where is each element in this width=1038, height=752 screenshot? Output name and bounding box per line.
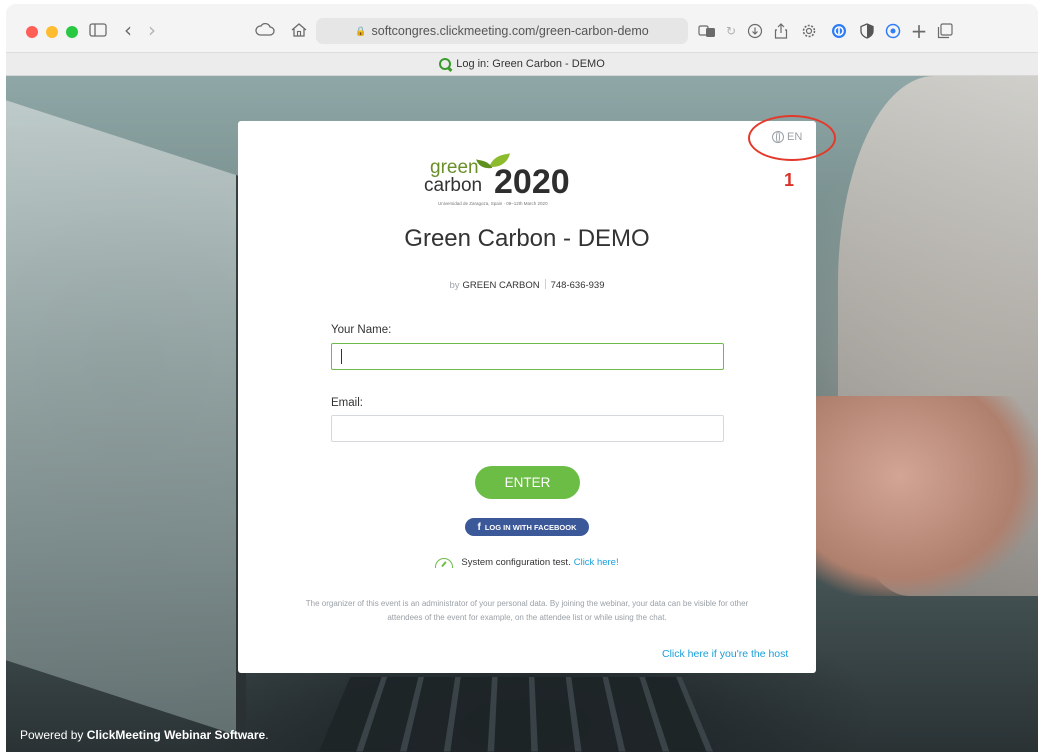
zoom-window-button[interactable]	[66, 26, 78, 38]
minimize-window-button[interactable]	[46, 26, 58, 38]
background-keyboard	[319, 677, 713, 752]
new-tab-plus-icon[interactable]: +	[908, 19, 930, 43]
settings-gear-icon[interactable]	[798, 20, 820, 42]
powered-suffix: .	[265, 728, 269, 742]
address-url: softcongres.clickmeeting.com/green-carbo…	[371, 24, 649, 38]
event-byline: by GREEN CARBON 748-636-939	[238, 279, 816, 291]
powered-prefix: Powered by	[20, 728, 84, 742]
sidebar-icon[interactable]	[86, 18, 110, 42]
annotation-circle	[748, 115, 836, 161]
text-cursor	[341, 349, 342, 364]
download-icon[interactable]	[744, 20, 766, 42]
privacy-notice: The organizer of this event is an admini…	[305, 599, 749, 622]
facebook-icon: f	[477, 521, 481, 533]
event-title: Green Carbon - DEMO	[404, 225, 650, 252]
logo-tagline: Universidad de Zaragoza, Spain · 09–12th…	[438, 201, 548, 206]
speedometer-icon	[435, 557, 454, 568]
onepassword-extension-icon[interactable]	[828, 20, 850, 42]
name-input[interactable]	[331, 343, 724, 370]
tab-overview-icon[interactable]	[934, 20, 956, 42]
active-tab[interactable]: Log in: Green Carbon - DEMO	[439, 58, 605, 70]
email-input[interactable]	[331, 415, 724, 442]
tab-title: Log in: Green Carbon - DEMO	[456, 58, 605, 70]
share-icon[interactable]	[770, 20, 792, 42]
background-laptop	[6, 93, 246, 739]
page-content: EN 1 green carbon 2020 Universidad de Za…	[6, 76, 1038, 752]
icloud-tabs-icon[interactable]	[252, 18, 278, 42]
translate-icon[interactable]	[696, 20, 718, 42]
clickmeeting-favicon-icon	[439, 58, 452, 70]
close-window-button[interactable]	[26, 26, 38, 38]
background-hand	[808, 396, 1038, 596]
address-bar[interactable]: 🔒 softcongres.clickmeeting.com/green-car…	[316, 18, 688, 44]
forward-icon[interactable]: ›	[142, 18, 162, 42]
tab-bar: Log in: Green Carbon - DEMO	[6, 52, 1038, 76]
powered-by-footer: Powered by ClickMeeting Webinar Software…	[20, 728, 269, 742]
event-id: 748-636-939	[550, 280, 605, 291]
byline-divider	[544, 279, 546, 289]
login-card: EN 1 green carbon 2020 Universidad de Za…	[238, 115, 836, 673]
enter-button[interactable]: ENTER	[475, 466, 580, 499]
lock-icon: 🔒	[355, 25, 367, 36]
back-icon[interactable]: ‹	[118, 18, 138, 42]
reload-icon[interactable]: ↻	[720, 20, 742, 42]
system-test-link[interactable]: Click here!	[574, 557, 619, 568]
facebook-login-button[interactable]: f LOG IN WITH FACEBOOK	[465, 518, 589, 536]
privacy-shield-icon[interactable]	[856, 20, 878, 42]
host-login-link[interactable]: Click here if you're the host	[662, 648, 788, 660]
record-extension-icon[interactable]	[882, 20, 904, 42]
system-test: System configuration test. Click here!	[238, 557, 816, 568]
annotation-number: 1	[784, 170, 795, 190]
browser-window: ‹ › 🔒 softcongres.clickmeeting.com/green…	[6, 4, 1038, 752]
system-test-text: System configuration test.	[461, 557, 571, 568]
browser-toolbar: ‹ › 🔒 softcongres.clickmeeting.com/green…	[6, 4, 1038, 52]
powered-brand-link[interactable]: ClickMeeting Webinar Software	[87, 728, 265, 742]
facebook-login-label: LOG IN WITH FACEBOOK	[484, 522, 577, 532]
logo-line2: carbon	[424, 175, 482, 196]
name-label: Your Name:	[331, 324, 392, 336]
home-icon[interactable]	[286, 18, 312, 42]
by-label: by	[449, 280, 460, 291]
email-label: Email:	[331, 397, 363, 409]
logo-year: 2020	[494, 163, 570, 201]
green-carbon-logo: green carbon 2020 Universidad de Zaragoz…	[424, 153, 570, 206]
organizer-name: GREEN CARBON	[462, 280, 540, 291]
